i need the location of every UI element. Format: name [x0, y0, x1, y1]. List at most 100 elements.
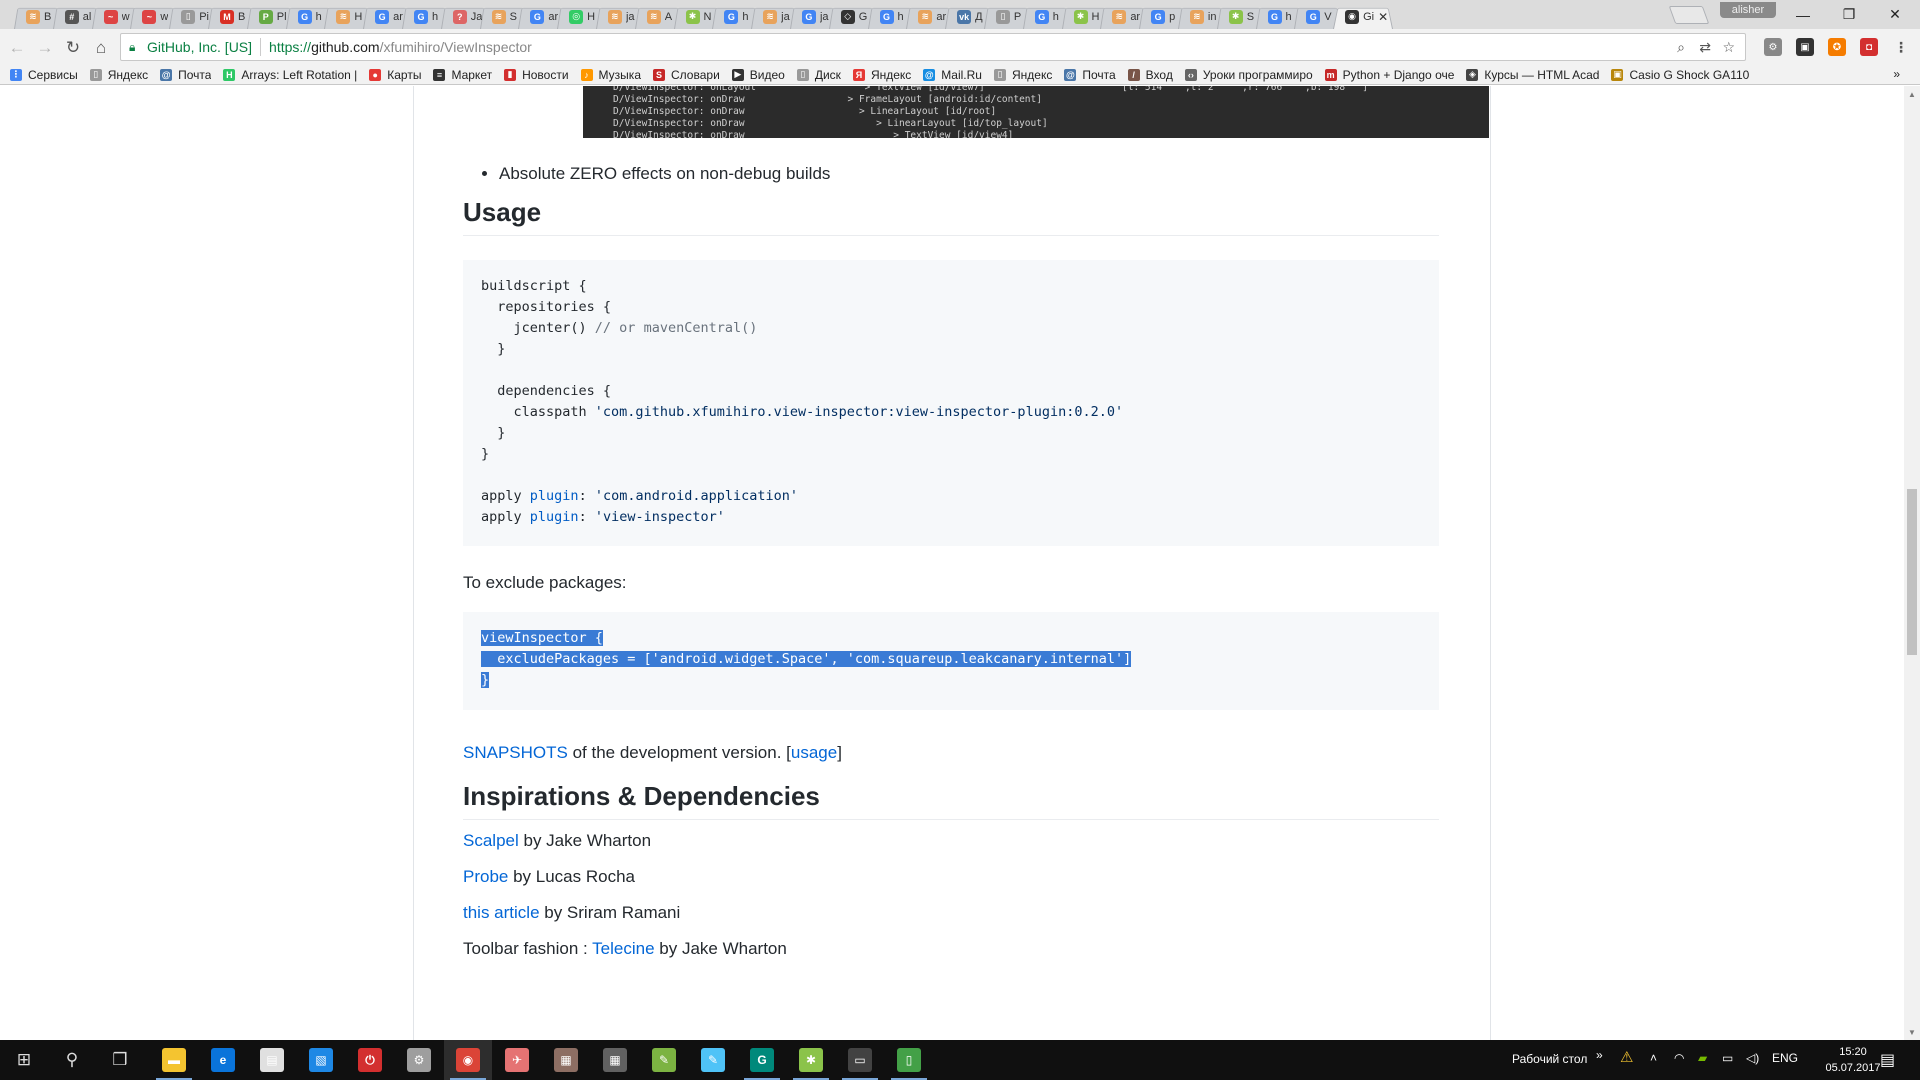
profile-button[interactable]: alisher — [1720, 2, 1776, 18]
bookmark-favicon-icon: S — [653, 68, 665, 81]
bookmark-item[interactable]: ≡ Маркет — [433, 68, 492, 82]
bookmark-item[interactable]: @ Почта — [160, 68, 211, 82]
task-view-icon[interactable]: ❒ — [106, 1046, 134, 1074]
tab-title: Pi — [199, 10, 209, 23]
snapshots-link[interactable]: SNAPSHOTS — [463, 743, 568, 762]
minimize-button[interactable]: — — [1780, 0, 1826, 29]
notification-center-icon[interactable]: ▤ — [1880, 1050, 1895, 1070]
close-window-button[interactable]: ✕ — [1872, 0, 1918, 29]
taskbar-app-archive[interactable]: ▦ — [542, 1040, 590, 1080]
bookmark-favicon-icon: @ — [160, 68, 173, 81]
taskbar-app-calculator[interactable]: ▦ — [591, 1040, 639, 1080]
browser-tab[interactable]: ◉ Gi ✕ — [1333, 4, 1393, 29]
forward-button[interactable]: → — [34, 37, 56, 59]
bookmark-favicon-icon: ≡ — [433, 68, 446, 81]
tray-expand-icon[interactable]: ˄ — [1650, 1051, 1657, 1065]
selected-code-text: } — [481, 672, 490, 688]
scroll-thumb[interactable] — [1907, 489, 1917, 656]
taskbar-app-tools[interactable]: ⚙ — [395, 1040, 443, 1080]
usage-link[interactable]: usage — [791, 743, 837, 762]
new-tab-button[interactable] — [1668, 6, 1710, 24]
back-button[interactable]: ← — [6, 37, 28, 59]
nvidia-tray-icon[interactable]: ▰ — [1698, 1051, 1707, 1065]
home-button[interactable]: ⌂ — [90, 37, 112, 59]
bookmark-item[interactable]: ▣ Casio G Shock GA110 — [1611, 68, 1749, 82]
volume-icon[interactable]: ◁) — [1746, 1051, 1759, 1065]
site-identity[interactable]: GitHub, Inc. [US] — [147, 39, 252, 55]
bookmark-item[interactable]: @ Почта — [1064, 68, 1116, 82]
bookmark-item[interactable]: H Arrays: Left Rotation | — [223, 68, 357, 82]
tab-title: Pl — [276, 10, 287, 23]
extension-orange-icon[interactable]: ✪ — [1828, 38, 1846, 56]
reload-button[interactable]: ↻ — [62, 37, 84, 59]
start-button-icon[interactable]: ⊞ — [10, 1046, 38, 1074]
credit-link[interactable]: Scalpel — [463, 831, 519, 850]
usage-code-block[interactable]: buildscript { repositories { jcenter() /… — [463, 260, 1439, 546]
menu-icon[interactable]: ⋮ — [1892, 38, 1910, 56]
bookmark-item[interactable]: Я Яндекс — [852, 68, 911, 82]
taskbar-app-green-app[interactable]: ▯ — [885, 1040, 933, 1080]
warning-tray-icon[interactable]: ⚠ — [1620, 1048, 1633, 1066]
taskbar-app-explorer[interactable]: ▬ — [150, 1040, 198, 1080]
address-bar[interactable]: 🔒︎ GitHub, Inc. [US] https:// github.com… — [120, 33, 1746, 61]
taskbar-app-editor[interactable]: ✎ — [640, 1040, 688, 1080]
bookmark-item[interactable]: ● Карты — [369, 68, 421, 82]
tab-title: ar — [548, 10, 559, 23]
bookmark-item[interactable]: @ Mail.Ru — [923, 68, 982, 82]
taskbar-app-chrome[interactable]: ◉ — [444, 1040, 492, 1080]
bookmark-star-icon[interactable]: ☆ — [1722, 39, 1735, 56]
network-icon[interactable]: ◠ — [1674, 1051, 1684, 1065]
exclude-code-block[interactable]: viewInspector { excludePackages = ['andr… — [463, 612, 1439, 710]
tab-favicon-icon: G — [724, 9, 739, 24]
credit-link[interactable]: this article — [463, 903, 540, 922]
credit-link[interactable]: Telecine — [592, 939, 654, 958]
code-token: } — [481, 341, 506, 357]
bookmark-item[interactable]: m Python + Django оче — [1324, 68, 1454, 82]
taskbar-app-terminal-app[interactable]: G — [738, 1040, 786, 1080]
translate-icon[interactable]: ⇄ — [1699, 39, 1711, 56]
code-token: apply — [481, 488, 530, 504]
code-line: dependencies { — [481, 381, 1421, 402]
taskbar-app-notes[interactable]: ✎ — [689, 1040, 737, 1080]
bookmark-item[interactable]: ▮ Новости — [504, 68, 569, 82]
extension-dark-icon[interactable]: ▣ — [1796, 38, 1814, 56]
bookmark-item[interactable]: ▯ Диск — [796, 68, 841, 82]
search-icon[interactable]: ⚲ — [58, 1046, 86, 1074]
bookmark-item[interactable]: ♪ Музыка — [580, 68, 641, 82]
taskbar-app-android[interactable]: ✱ — [787, 1040, 835, 1080]
clock[interactable]: 15:20 05.07.2017 — [1818, 1044, 1888, 1076]
scroll-down-arrow[interactable]: ▼ — [1904, 1024, 1920, 1040]
extension-red-icon[interactable]: ◘ — [1860, 38, 1878, 56]
battery-icon[interactable]: ▭ — [1722, 1051, 1733, 1065]
tab-close-icon[interactable]: ✕ — [1378, 10, 1388, 24]
bookmark-item[interactable]: ‹› Уроки программиро — [1184, 68, 1313, 82]
bookmark-item[interactable]: ◈ Курсы — HTML Acad — [1466, 68, 1599, 82]
taskbar-app-files[interactable]: ▤ — [248, 1040, 296, 1080]
page-scrollbar[interactable]: ▲ ▼ — [1904, 86, 1920, 1040]
desktop-toolbar-label[interactable]: Рабочий стол — [1512, 1052, 1587, 1066]
taskbar-app-power[interactable]: ⏻ — [346, 1040, 394, 1080]
tab-title: H — [587, 10, 596, 23]
language-indicator[interactable]: ENG — [1772, 1051, 1798, 1065]
bookmarks-more-button[interactable]: » — [1893, 67, 1900, 81]
extension-gear-icon[interactable]: ⚙ — [1764, 38, 1782, 56]
tab-title: S — [509, 10, 517, 23]
archive-icon: ▦ — [554, 1048, 578, 1072]
restore-button[interactable]: ❐ — [1826, 0, 1872, 29]
bookmark-item[interactable]: ▶ Видео — [731, 68, 785, 82]
bookmark-item[interactable]: ⋮ Сервисы — [10, 68, 78, 82]
tab-favicon-icon: G — [1267, 9, 1282, 24]
desktop-chevron[interactable]: » — [1596, 1048, 1603, 1062]
bookmark-item[interactable]: / Вход — [1127, 68, 1173, 82]
taskbar-app-rocket[interactable]: ✈ — [493, 1040, 541, 1080]
bookmark-item[interactable]: S Словари — [653, 68, 720, 82]
bookmark-item[interactable]: ▯ Яндекс — [89, 68, 148, 82]
code-line: } — [481, 670, 1421, 691]
scroll-up-arrow[interactable]: ▲ — [1904, 86, 1920, 102]
taskbar-app-console[interactable]: ▭ — [836, 1040, 884, 1080]
zoom-icon[interactable]: ⌕ — [1677, 39, 1685, 56]
bookmark-item[interactable]: ▯ Яндекс — [993, 68, 1052, 82]
taskbar-app-store[interactable]: ▧ — [297, 1040, 345, 1080]
credit-link[interactable]: Probe — [463, 867, 508, 886]
taskbar-app-edge[interactable]: e — [199, 1040, 247, 1080]
